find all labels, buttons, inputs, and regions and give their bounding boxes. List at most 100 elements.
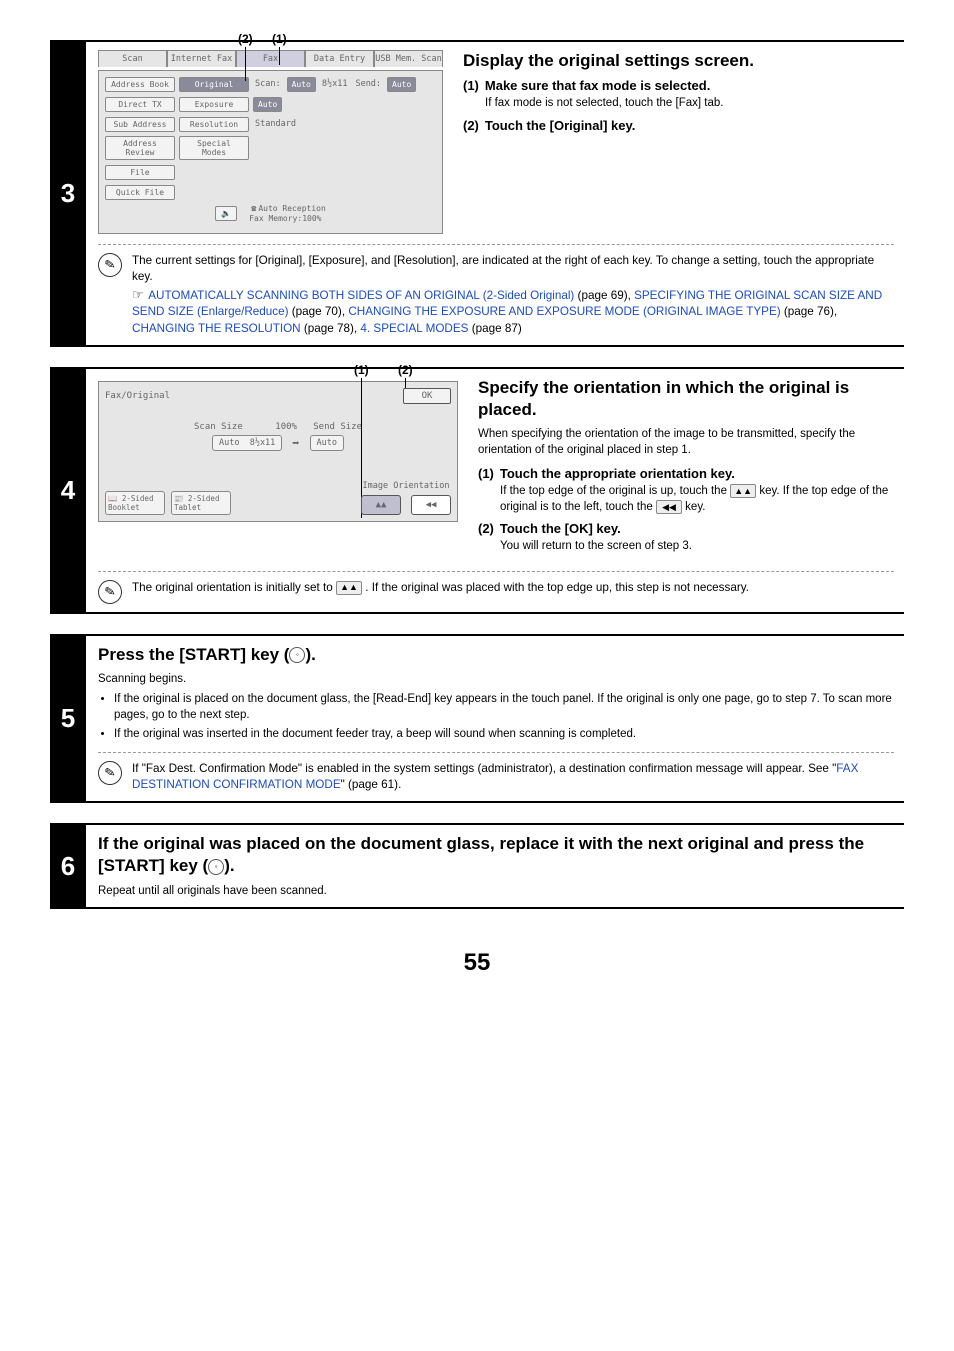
step-number-4: 4 xyxy=(61,475,75,506)
annotation-4-1: (1) xyxy=(354,363,369,377)
step4-item1-bold: Touch the appropriate orientation key. xyxy=(500,466,735,481)
step-5-block: 5 Press the [START] key (◦). Scanning be… xyxy=(50,634,904,804)
step6-desc: Repeat until all originals have been sca… xyxy=(98,884,894,900)
orientation-left-key-icon: ◀◀ xyxy=(656,500,682,514)
auto-reception-label: Auto Reception xyxy=(258,204,325,213)
step5-heading: Press the [START] key (◦). xyxy=(98,644,894,666)
scan-label: Scan: xyxy=(253,79,283,89)
start-key-icon: ◦ xyxy=(289,647,305,663)
resolution-standard-value: Standard xyxy=(253,119,298,129)
address-review-button[interactable]: Address Review xyxy=(105,136,175,160)
phone-icon: ☎ xyxy=(249,204,258,214)
step3-item1-num: (1) xyxy=(463,78,479,93)
step3-item1-bold: Make sure that fax mode is selected. xyxy=(485,78,710,93)
step-number-column: 6 xyxy=(50,823,86,909)
fax-memory-label: Fax Memory:100% xyxy=(249,214,326,223)
note-icon: ✎ xyxy=(96,759,124,787)
step-5-content: Press the [START] key (◦). Scanning begi… xyxy=(86,634,904,804)
annotation-1: (1) xyxy=(272,32,287,46)
page-number: 55 xyxy=(50,949,904,977)
percent-label: 100% xyxy=(275,422,297,432)
scan-auto-value: Auto xyxy=(287,77,316,92)
tab-scan[interactable]: Scan xyxy=(98,50,167,67)
step3-note-lead: The current settings for [Original], [Ex… xyxy=(132,254,874,283)
pointer-icon: ☞ xyxy=(132,287,144,302)
ok-button[interactable]: OK xyxy=(403,388,451,404)
step4-item1-desc: If the top edge of the original is up, t… xyxy=(500,484,894,515)
file-button[interactable]: File xyxy=(105,165,175,180)
divider xyxy=(98,752,894,753)
note-icon: ✎ xyxy=(96,251,124,279)
address-book-button[interactable]: Address Book xyxy=(105,77,175,92)
step-number-6: 6 xyxy=(61,851,75,882)
step4-note-body: The original orientation is initially se… xyxy=(132,580,894,596)
step-number-5: 5 xyxy=(61,703,75,734)
arrow-icon: ➡ xyxy=(292,436,299,450)
step5-bullet-1: If the original is placed on the documen… xyxy=(114,691,894,723)
step3-heading: Display the original settings screen. xyxy=(463,50,894,72)
note-icon: ✎ xyxy=(96,578,124,606)
step3-item2-bold: Touch the [Original] key. xyxy=(485,118,635,133)
orientation-top-button[interactable]: ▲▲ xyxy=(361,495,401,515)
quick-file-button[interactable]: Quick File xyxy=(105,185,175,200)
step-number-column: 5 xyxy=(50,634,86,804)
send-size-label: Send Size xyxy=(313,422,362,432)
fax-original-panel: (1) (2) Fax/Original OK Scan Size 100% xyxy=(98,381,458,522)
send-size-button[interactable]: Auto xyxy=(310,435,344,451)
start-key-icon: ◦ xyxy=(208,859,224,875)
link-special-modes[interactable]: 4. SPECIAL MODES xyxy=(360,322,468,335)
step-3-content: (2) (1) Scan Internet Fax Fax Data Entry… xyxy=(86,40,904,347)
2sided-booklet-button[interactable]: 📖 2-Sided Booklet xyxy=(105,491,165,515)
step4-item2-desc: You will return to the screen of step 3. xyxy=(500,539,894,555)
speaker-icon-button[interactable]: 🔈 xyxy=(215,206,237,221)
step4-item2-bold: Touch the [OK] key. xyxy=(500,521,621,536)
annotation-4-2: (2) xyxy=(398,363,413,377)
sub-address-button[interactable]: Sub Address xyxy=(105,117,175,132)
step5-bullet-2: If the original was inserted in the docu… xyxy=(114,726,894,742)
step-4-block: 4 (1) (2) Fax/Original OK Scan Size xyxy=(50,367,904,614)
scan-size-value: 8½x11 xyxy=(320,79,350,89)
scan-size-label: Scan Size xyxy=(194,422,243,432)
step5-lead: Scanning begins. xyxy=(98,672,894,688)
step4-lead: When specifying the orientation of the i… xyxy=(478,427,894,458)
exposure-button[interactable]: Exposure xyxy=(179,97,249,112)
scan-size-button[interactable]: Auto 8½x11 xyxy=(212,435,282,451)
original-button[interactable]: Original xyxy=(179,77,249,92)
step3-item1-desc: If fax mode is not selected, touch the [… xyxy=(485,96,894,112)
send-label: Send: xyxy=(353,79,383,89)
step-number-column: 4 xyxy=(50,367,86,614)
orientation-top-key-icon: ▲▲ xyxy=(730,484,756,498)
step4-item2-num: (2) xyxy=(478,521,494,536)
link-exposure[interactable]: CHANGING THE EXPOSURE AND EXPOSURE MODE … xyxy=(348,305,780,318)
tab-data-entry[interactable]: Data Entry xyxy=(305,50,374,67)
step-6-block: 6 If the original was placed on the docu… xyxy=(50,823,904,909)
link-resolution[interactable]: CHANGING THE RESOLUTION xyxy=(132,322,301,335)
step4-heading: Specify the orientation in which the ori… xyxy=(478,377,894,421)
step6-heading: If the original was placed on the docume… xyxy=(98,833,894,877)
2sided-tablet-button[interactable]: 📰 2-Sided Tablet xyxy=(171,491,231,515)
tab-usb-mem-scan[interactable]: USB Mem. Scan xyxy=(374,50,443,67)
exposure-auto-value: Auto xyxy=(253,97,282,112)
step-6-content: If the original was placed on the docume… xyxy=(86,823,904,909)
step-number-column: 3 xyxy=(50,40,86,347)
resolution-button[interactable]: Resolution xyxy=(179,117,249,132)
divider xyxy=(98,571,894,572)
step5-bullets: If the original is placed on the documen… xyxy=(114,691,894,741)
send-auto-value: Auto xyxy=(387,77,416,92)
tab-fax[interactable]: Fax xyxy=(236,50,305,67)
fax-base-screen-panel: (2) (1) Scan Internet Fax Fax Data Entry… xyxy=(98,50,443,234)
step4-item1-num: (1) xyxy=(478,466,494,481)
step5-note-body: If "Fax Dest. Confirmation Mode" is enab… xyxy=(132,761,894,794)
step3-note-body: The current settings for [Original], [Ex… xyxy=(132,253,894,337)
step-3-block: 3 (2) (1) Scan Internet Fax Fax Data Ent… xyxy=(50,40,904,347)
step-number-3: 3 xyxy=(61,178,75,209)
link-2sided[interactable]: AUTOMATICALLY SCANNING BOTH SIDES OF AN … xyxy=(148,289,574,302)
step3-item2-num: (2) xyxy=(463,118,479,133)
step-4-content: (1) (2) Fax/Original OK Scan Size 100% xyxy=(86,367,904,614)
special-modes-button[interactable]: Special Modes xyxy=(179,136,249,160)
direct-tx-button[interactable]: Direct TX xyxy=(105,97,175,112)
panel4-title: Fax/Original xyxy=(105,391,170,401)
annotation-2: (2) xyxy=(238,32,253,46)
orientation-left-button[interactable]: ◀◀ xyxy=(411,495,451,515)
tab-internet-fax[interactable]: Internet Fax xyxy=(167,50,236,67)
